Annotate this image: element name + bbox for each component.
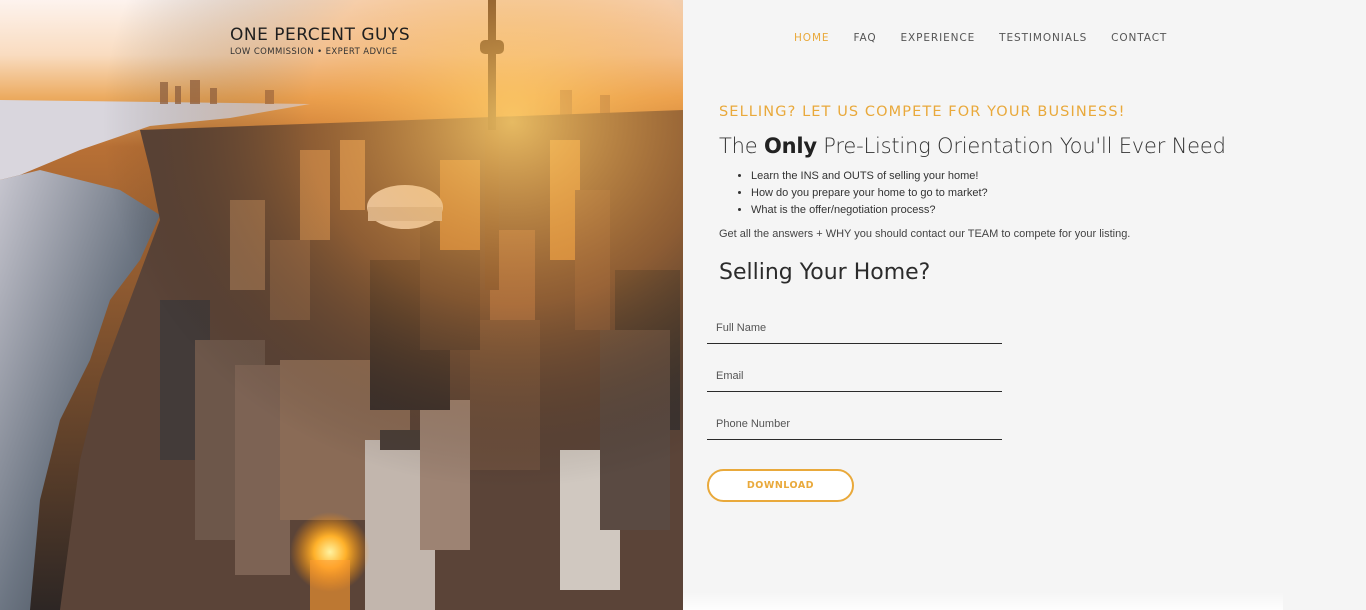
full-name-field-wrapper	[707, 313, 1002, 344]
main-content: SELLING? LET US COMPETE FOR YOUR BUSINES…	[719, 104, 1319, 285]
nav-item-testimonials[interactable]: TESTIMONIALS	[999, 32, 1087, 44]
main-nav: HOME FAQ EXPERIENCE TESTIMONIALS CONTACT	[794, 32, 1191, 44]
bottom-fade	[683, 592, 1283, 610]
phone-field-wrapper	[707, 409, 1002, 440]
full-name-input[interactable]	[707, 313, 1002, 343]
page-headline: The Only Pre-Listing Orientation You'll …	[719, 134, 1319, 158]
headline-pre: The	[719, 134, 764, 158]
brand-logo[interactable]: ONE PERCENT GUYS LOW COMMISSION • EXPERT…	[230, 25, 410, 57]
cta-description: Get all the answers + WHY you should con…	[719, 228, 1131, 240]
form-title: Selling Your Home?	[719, 260, 931, 285]
list-item: How do you prepare your home to go to ma…	[751, 185, 1319, 202]
email-input[interactable]	[707, 361, 1002, 391]
city-skyline-illustration	[0, 0, 683, 610]
eyebrow-heading: SELLING? LET US COMPETE FOR YOUR BUSINES…	[719, 104, 1126, 120]
hero-city-image: ONE PERCENT GUYS LOW COMMISSION • EXPERT…	[0, 0, 683, 610]
nav-item-experience[interactable]: EXPERIENCE	[901, 32, 976, 44]
headline-post: Pre-Listing Orientation You'll Ever Need	[816, 134, 1226, 158]
landing-page: ONE PERCENT GUYS LOW COMMISSION • EXPERT…	[0, 0, 1366, 610]
brand-name: ONE PERCENT GUYS	[230, 25, 411, 45]
nav-item-faq[interactable]: FAQ	[853, 32, 876, 44]
nav-item-home[interactable]: HOME	[794, 32, 829, 44]
nav-item-contact[interactable]: CONTACT	[1111, 32, 1167, 44]
email-field-wrapper	[707, 361, 1002, 392]
list-item: Learn the INS and OUTS of selling your h…	[751, 168, 1319, 185]
download-button[interactable]: DOWNLOAD	[707, 469, 854, 502]
brand-tagline: LOW COMMISSION • EXPERT ADVICE	[230, 47, 398, 57]
list-item: What is the offer/negotiation process?	[751, 202, 1319, 219]
phone-input[interactable]	[707, 409, 1002, 439]
headline-bold: Only	[763, 134, 817, 158]
benefits-list: Learn the INS and OUTS of selling your h…	[719, 168, 1319, 219]
